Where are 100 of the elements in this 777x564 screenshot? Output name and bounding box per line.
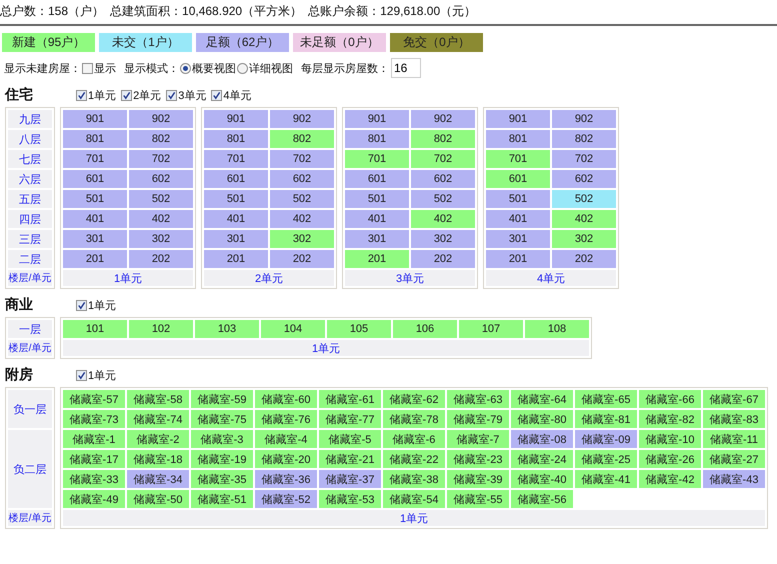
room-cell[interactable]: 储藏室-40 bbox=[511, 470, 573, 488]
room-cell[interactable]: 201 bbox=[486, 250, 550, 268]
room-cell[interactable]: 储藏室-37 bbox=[319, 470, 381, 488]
room-cell[interactable]: 902 bbox=[411, 110, 475, 128]
room-cell[interactable]: 储藏室-66 bbox=[639, 390, 701, 408]
room-cell[interactable]: 302 bbox=[129, 230, 193, 248]
room-cell[interactable]: 802 bbox=[270, 130, 334, 148]
room-cell[interactable]: 108 bbox=[525, 320, 589, 338]
room-cell[interactable]: 701 bbox=[486, 150, 550, 168]
room-cell[interactable]: 701 bbox=[204, 150, 268, 168]
room-cell[interactable]: 储藏室-41 bbox=[575, 470, 637, 488]
room-cell[interactable]: 801 bbox=[486, 130, 550, 148]
room-cell[interactable]: 602 bbox=[552, 170, 616, 188]
room-cell[interactable]: 601 bbox=[486, 170, 550, 188]
room-cell[interactable]: 702 bbox=[552, 150, 616, 168]
room-cell[interactable]: 602 bbox=[411, 170, 475, 188]
room-cell[interactable]: 储藏室-7 bbox=[447, 430, 509, 448]
room-cell[interactable]: 901 bbox=[63, 110, 127, 128]
room-cell[interactable]: 储藏室-2 bbox=[127, 430, 189, 448]
room-cell[interactable]: 802 bbox=[129, 130, 193, 148]
room-cell[interactable]: 502 bbox=[411, 190, 475, 208]
checkbox[interactable] bbox=[76, 90, 87, 100]
room-cell[interactable]: 储藏室-60 bbox=[255, 390, 317, 408]
radio-button[interactable] bbox=[237, 62, 248, 74]
room-cell[interactable]: 储藏室-3 bbox=[191, 430, 253, 448]
legend-item[interactable]: 免交（0户） bbox=[390, 33, 483, 52]
room-cell[interactable]: 储藏室-43 bbox=[703, 470, 765, 488]
room-cell[interactable]: 储藏室-18 bbox=[127, 450, 189, 468]
floor-link[interactable]: 一层 bbox=[8, 320, 52, 338]
room-cell[interactable]: 储藏室-67 bbox=[703, 390, 765, 408]
room-cell[interactable]: 储藏室-59 bbox=[191, 390, 253, 408]
room-cell[interactable]: 106 bbox=[393, 320, 457, 338]
room-cell[interactable]: 储藏室-77 bbox=[319, 410, 381, 428]
legend-item[interactable]: 足额（62户） bbox=[196, 33, 289, 52]
room-cell[interactable]: 储藏室-74 bbox=[127, 410, 189, 428]
room-cell[interactable]: 储藏室-25 bbox=[575, 450, 637, 468]
room-cell[interactable]: 201 bbox=[204, 250, 268, 268]
room-cell[interactable]: 701 bbox=[63, 150, 127, 168]
unit-link[interactable]: 1单元 bbox=[63, 340, 589, 356]
room-cell[interactable]: 301 bbox=[63, 230, 127, 248]
room-cell[interactable]: 储藏室-36 bbox=[255, 470, 317, 488]
room-cell[interactable]: 储藏室-81 bbox=[575, 410, 637, 428]
room-cell[interactable]: 储藏室-52 bbox=[255, 490, 317, 508]
number-field[interactable]: 16 bbox=[391, 58, 421, 78]
room-cell[interactable]: 103 bbox=[195, 320, 259, 338]
room-cell[interactable]: 401 bbox=[63, 210, 127, 228]
room-cell[interactable]: 储藏室-50 bbox=[127, 490, 189, 508]
room-cell[interactable]: 储藏室-82 bbox=[639, 410, 701, 428]
room-cell[interactable]: 901 bbox=[204, 110, 268, 128]
room-cell[interactable]: 802 bbox=[552, 130, 616, 148]
room-cell[interactable]: 301 bbox=[345, 230, 409, 248]
room-cell[interactable]: 储藏室-83 bbox=[703, 410, 765, 428]
room-cell[interactable]: 602 bbox=[270, 170, 334, 188]
room-cell[interactable]: 901 bbox=[486, 110, 550, 128]
legend-item[interactable]: 未交（1户） bbox=[99, 33, 192, 52]
room-cell[interactable]: 储藏室-4 bbox=[255, 430, 317, 448]
room-cell[interactable]: 902 bbox=[270, 110, 334, 128]
room-cell[interactable]: 501 bbox=[345, 190, 409, 208]
room-cell[interactable]: 储藏室-56 bbox=[511, 490, 573, 508]
room-cell[interactable]: 701 bbox=[345, 150, 409, 168]
room-cell[interactable]: 901 bbox=[345, 110, 409, 128]
room-cell[interactable]: 202 bbox=[552, 250, 616, 268]
legend-item[interactable]: 新建（95户） bbox=[2, 33, 95, 52]
unit-link[interactable]: 1单元 bbox=[63, 510, 765, 526]
room-cell[interactable]: 储藏室-80 bbox=[511, 410, 573, 428]
unit-link[interactable]: 3单元 bbox=[345, 270, 475, 286]
room-cell[interactable]: 502 bbox=[552, 190, 616, 208]
floor-link[interactable]: 负一层 bbox=[8, 390, 52, 428]
floor-link[interactable]: 二层 bbox=[8, 250, 52, 268]
checkbox[interactable] bbox=[211, 90, 222, 100]
floor-link[interactable]: 九层 bbox=[8, 110, 52, 128]
room-cell[interactable]: 501 bbox=[204, 190, 268, 208]
room-cell[interactable]: 储藏室-42 bbox=[639, 470, 701, 488]
room-cell[interactable]: 储藏室-6 bbox=[383, 430, 445, 448]
room-cell[interactable]: 202 bbox=[270, 250, 334, 268]
room-cell[interactable]: 储藏室-58 bbox=[127, 390, 189, 408]
room-cell[interactable]: 储藏室-26 bbox=[639, 450, 701, 468]
room-cell[interactable]: 储藏室-53 bbox=[319, 490, 381, 508]
room-cell[interactable]: 801 bbox=[204, 130, 268, 148]
checkbox[interactable] bbox=[82, 62, 93, 74]
room-cell[interactable]: 105 bbox=[327, 320, 391, 338]
room-cell[interactable]: 201 bbox=[63, 250, 127, 268]
room-cell[interactable]: 402 bbox=[270, 210, 334, 228]
room-cell[interactable]: 储藏室-79 bbox=[447, 410, 509, 428]
room-cell[interactable]: 301 bbox=[486, 230, 550, 248]
room-cell[interactable]: 储藏室-21 bbox=[319, 450, 381, 468]
room-cell[interactable]: 储藏室-54 bbox=[383, 490, 445, 508]
room-cell[interactable]: 储藏室-27 bbox=[703, 450, 765, 468]
room-cell[interactable]: 502 bbox=[270, 190, 334, 208]
floor-link[interactable]: 负二层 bbox=[8, 430, 52, 508]
room-cell[interactable]: 储藏室-20 bbox=[255, 450, 317, 468]
checkbox[interactable] bbox=[76, 300, 87, 310]
room-cell[interactable]: 902 bbox=[552, 110, 616, 128]
room-cell[interactable]: 储藏室-63 bbox=[447, 390, 509, 408]
room-cell[interactable]: 301 bbox=[204, 230, 268, 248]
room-cell[interactable]: 储藏室-08 bbox=[511, 430, 573, 448]
radio-button[interactable] bbox=[180, 62, 191, 74]
room-cell[interactable]: 储藏室-57 bbox=[63, 390, 125, 408]
room-cell[interactable]: 储藏室-19 bbox=[191, 450, 253, 468]
room-cell[interactable]: 储藏室-33 bbox=[63, 470, 125, 488]
